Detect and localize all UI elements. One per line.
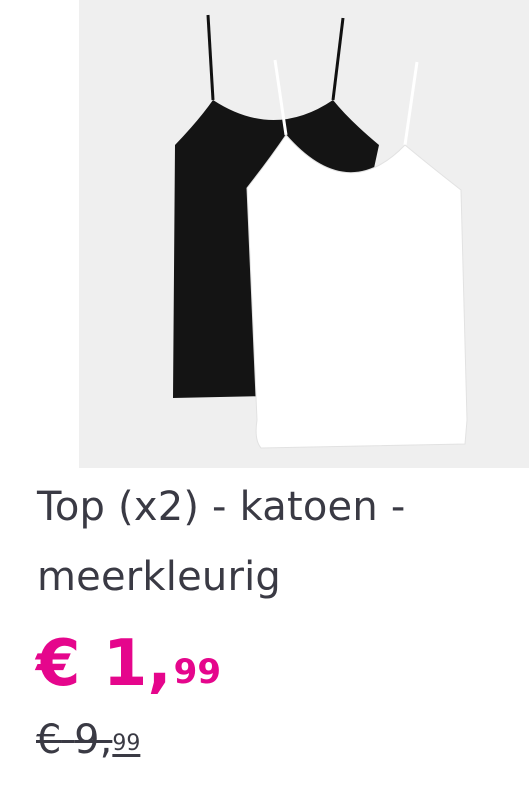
price-cents: 99 xyxy=(173,652,221,692)
product-title-line1[interactable]: Top (x2) - katoen - xyxy=(37,472,507,542)
product-title[interactable]: Top (x2) - katoen - meerkleurig xyxy=(37,472,507,612)
product-title-line2[interactable]: meerkleurig xyxy=(37,542,507,612)
product-image[interactable] xyxy=(79,0,529,468)
price-currency: € xyxy=(36,627,81,701)
product-card[interactable]: Top (x2) - katoen - meerkleurig € 1,99 €… xyxy=(0,0,529,787)
old-price: € 9,99 xyxy=(36,712,140,768)
old-price-cents: 99 xyxy=(112,731,141,756)
old-price-whole: 9, xyxy=(74,717,113,763)
old-price-currency: € xyxy=(36,717,62,763)
price-whole: 1, xyxy=(102,627,172,701)
current-price: € 1,99 xyxy=(36,624,221,704)
